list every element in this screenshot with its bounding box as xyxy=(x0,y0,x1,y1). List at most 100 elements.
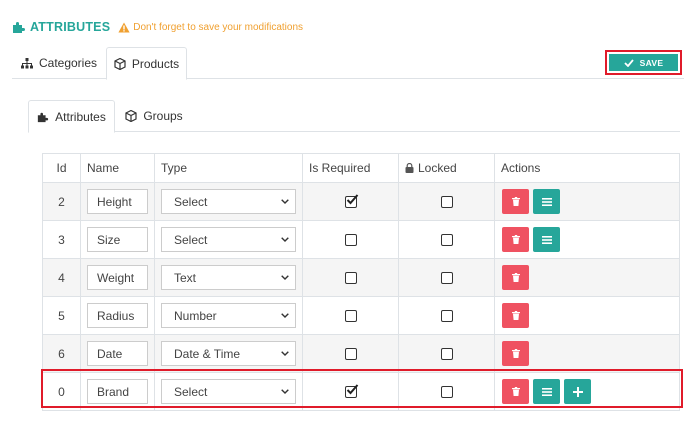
column-header-locked: Locked xyxy=(398,153,495,183)
name-input[interactable]: Weight xyxy=(87,265,148,290)
warning-icon xyxy=(118,22,130,32)
type-cell: Select xyxy=(154,182,303,221)
tab-categories[interactable]: Categories xyxy=(12,47,106,79)
name-input[interactable]: Radius xyxy=(87,303,148,328)
page-header: ATTRIBUTES Don't forget to save your mod… xyxy=(12,18,303,36)
type-cell: Date & Time xyxy=(154,334,303,373)
trash-icon xyxy=(511,349,520,358)
puzzle-icon xyxy=(13,22,25,33)
tab-label: Attributes xyxy=(55,109,106,124)
actions-cell xyxy=(494,334,680,373)
type-select[interactable]: Date & Time xyxy=(161,341,296,366)
required-cell xyxy=(302,182,399,221)
page-title: ATTRIBUTES xyxy=(30,20,111,34)
save-warning: Don't forget to save your modifications xyxy=(118,22,303,33)
save-button-highlight: SAVE xyxy=(605,50,682,75)
required-checkbox[interactable] xyxy=(344,234,357,247)
delete-button[interactable] xyxy=(502,265,529,290)
tab-attributes[interactable]: Attributes xyxy=(28,100,115,133)
tab-products[interactable]: Products xyxy=(106,47,187,80)
delete-button[interactable] xyxy=(502,341,529,366)
required-checkbox[interactable] xyxy=(344,194,358,209)
cube-icon xyxy=(125,110,137,122)
attributes-table: Id Name Type Is Required Locked Actions … xyxy=(42,153,680,411)
tab-groups[interactable]: Groups xyxy=(116,100,192,132)
table-body: 2 Height Select 3 Size Select 4 Weight Text 5 Radi… xyxy=(42,182,680,411)
required-checkbox[interactable] xyxy=(344,348,357,361)
trash-icon xyxy=(511,387,520,396)
delete-button[interactable] xyxy=(502,227,529,252)
table-row: 4 Weight Text xyxy=(42,258,680,297)
type-value: Text xyxy=(174,270,197,285)
chevron-down-icon xyxy=(281,389,289,394)
name-input[interactable]: Size xyxy=(87,227,148,252)
chevron-down-icon xyxy=(281,351,289,356)
actions-cell xyxy=(494,258,680,297)
type-select[interactable]: Select xyxy=(161,227,296,252)
save-label: SAVE xyxy=(639,57,664,68)
list-icon xyxy=(541,387,552,396)
table-row: 0 Brand Select xyxy=(42,372,680,411)
trash-icon xyxy=(511,235,520,244)
check-icon xyxy=(346,194,358,205)
check-icon xyxy=(346,384,358,395)
table-row: 3 Size Select xyxy=(42,220,680,259)
name-input[interactable]: Height xyxy=(87,189,148,214)
tab-label: Products xyxy=(131,56,180,71)
delete-button[interactable] xyxy=(502,303,529,328)
locked-checkbox[interactable] xyxy=(440,272,453,285)
locked-header-label: Locked xyxy=(418,161,457,175)
column-header-required: Is Required xyxy=(302,153,399,183)
required-checkbox[interactable] xyxy=(344,272,357,285)
table-row: 5 Radius Number xyxy=(42,296,680,335)
column-header-type: Type xyxy=(154,153,303,183)
chevron-down-icon xyxy=(281,199,289,204)
type-select[interactable]: Text xyxy=(161,265,296,290)
check-icon xyxy=(624,58,634,67)
options-button[interactable] xyxy=(533,379,560,404)
type-select[interactable]: Number xyxy=(161,303,296,328)
required-cell xyxy=(302,258,399,297)
row-id: 4 xyxy=(42,258,81,297)
options-button[interactable] xyxy=(533,227,560,252)
required-cell xyxy=(302,334,399,373)
type-select[interactable]: Select xyxy=(161,379,296,404)
options-button[interactable] xyxy=(533,189,560,214)
plus-icon xyxy=(572,386,583,397)
column-header-id: Id xyxy=(42,153,81,183)
required-checkbox[interactable] xyxy=(344,310,357,323)
locked-checkbox[interactable] xyxy=(440,234,453,247)
locked-checkbox[interactable] xyxy=(440,348,453,361)
trash-icon xyxy=(511,273,520,282)
locked-cell xyxy=(398,258,495,297)
add-button[interactable] xyxy=(564,379,591,404)
save-button[interactable]: SAVE xyxy=(609,54,678,71)
top-tabs: Categories Products xyxy=(12,47,684,80)
sub-tabs: Attributes Groups xyxy=(28,100,680,133)
chevron-down-icon xyxy=(281,237,289,242)
locked-cell xyxy=(398,296,495,335)
trash-icon xyxy=(511,197,520,206)
delete-button[interactable] xyxy=(502,379,529,404)
name-cell: Brand xyxy=(80,372,155,411)
locked-cell xyxy=(398,182,495,221)
delete-button[interactable] xyxy=(502,189,529,214)
row-id: 6 xyxy=(42,334,81,373)
cube-icon xyxy=(114,57,126,70)
required-checkbox[interactable] xyxy=(344,384,358,399)
name-input[interactable]: Brand xyxy=(87,379,148,404)
name-input[interactable]: Date xyxy=(87,341,148,366)
lock-icon xyxy=(405,162,414,173)
locked-cell xyxy=(398,372,495,411)
locked-checkbox[interactable] xyxy=(440,386,453,399)
sitemap-icon xyxy=(20,57,33,68)
list-icon xyxy=(541,235,552,244)
column-header-actions: Actions xyxy=(494,153,680,183)
name-cell: Date xyxy=(80,334,155,373)
locked-checkbox[interactable] xyxy=(440,196,453,209)
warning-text: Don't forget to save your modifications xyxy=(133,21,304,33)
type-select[interactable]: Select xyxy=(161,189,296,214)
type-cell: Text xyxy=(154,258,303,297)
locked-checkbox[interactable] xyxy=(440,310,453,323)
locked-cell xyxy=(398,220,495,259)
